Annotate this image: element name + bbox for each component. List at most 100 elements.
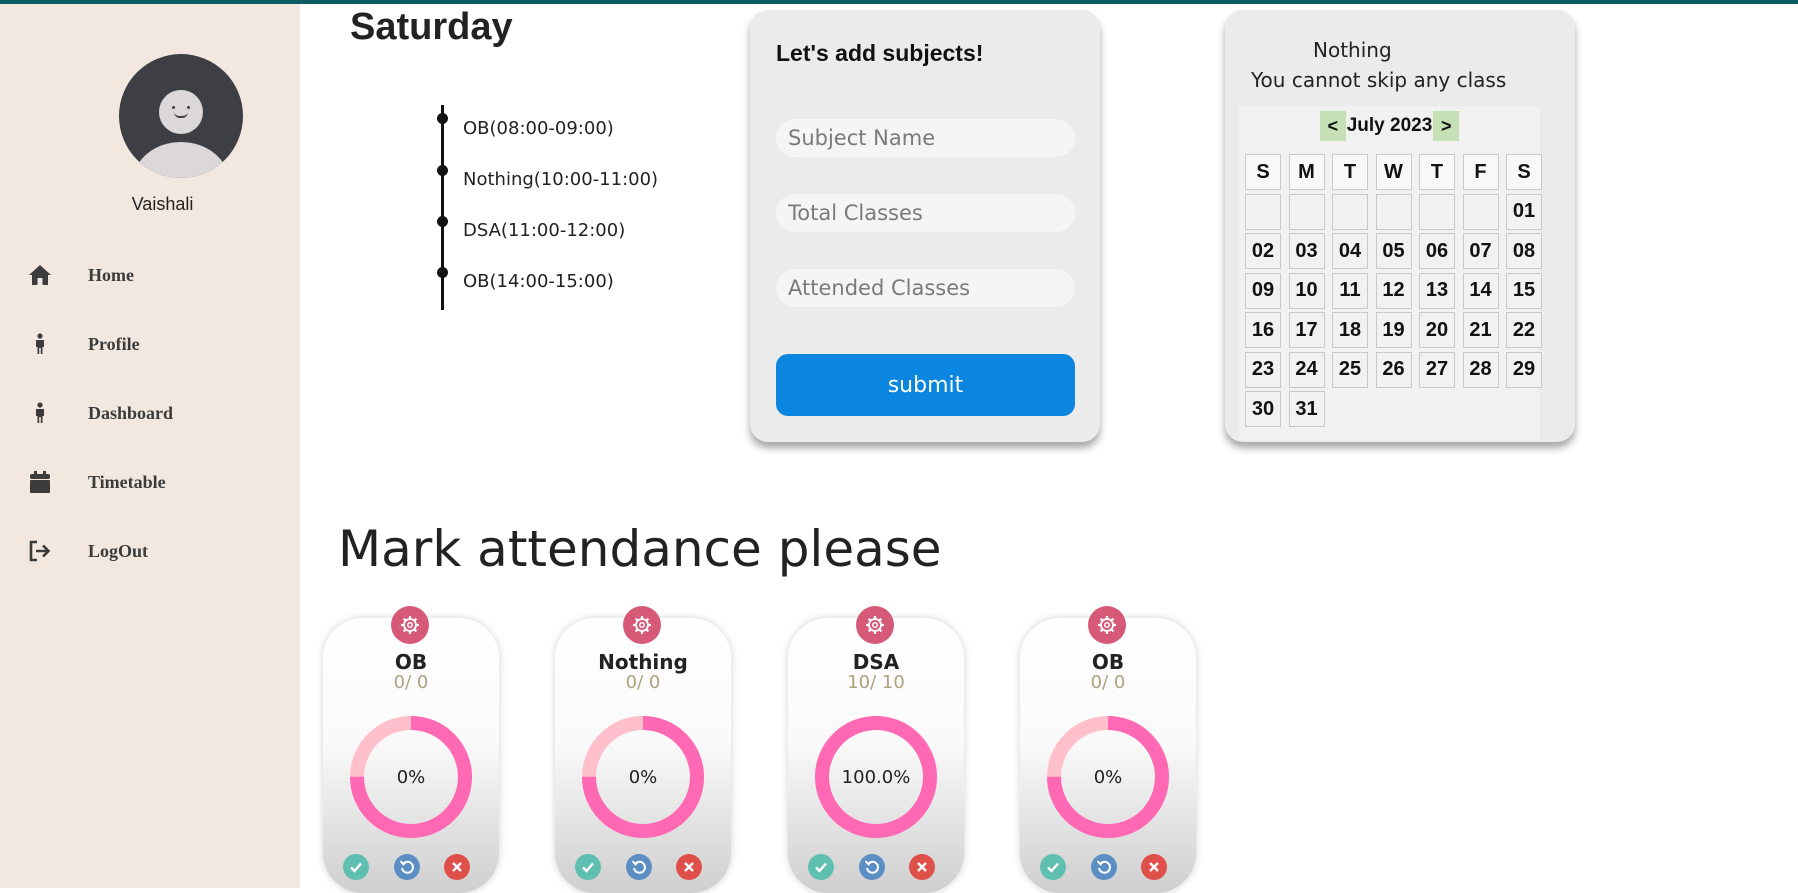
calendar-day[interactable]: 18 [1332,312,1368,348]
settings-gear-icon[interactable] [623,606,661,644]
undo-icon[interactable] [1091,854,1117,880]
calendar-day[interactable]: 04 [1332,233,1368,269]
calendar-day[interactable]: 20 [1419,312,1455,348]
calendar-day[interactable]: 07 [1462,233,1499,269]
settings-gear-icon[interactable] [391,606,429,644]
avatar [119,54,243,178]
calendar-day[interactable]: 08 [1506,233,1542,269]
calendar-widget: < July 2023 > S M T W T F S 01 02 03 04 05 06 07 08 09 1… [1239,106,1542,440]
calendar-empty-cell [1375,193,1412,230]
calendar-empty-cell [1245,193,1281,230]
attendance-percent: 0% [628,766,658,788]
mark-present-check-icon[interactable] [343,854,369,880]
calendar-day[interactable]: 31 [1288,391,1325,427]
attendance-card: OB 0/ 0 0% [323,606,499,893]
attendance-card: OB 0/ 0 0% [1020,606,1196,893]
calendar-day[interactable]: 06 [1419,233,1455,269]
calendar-day[interactable]: 01 [1506,193,1542,230]
calendar-empty-cell [1332,193,1368,230]
attendance-percent: 100.0% [841,766,911,788]
attendance-title: Mark attendance please [338,520,942,578]
calendar-icon [26,468,54,496]
calendar-day[interactable]: 23 [1245,351,1281,388]
calendar-day[interactable]: 24 [1288,351,1325,388]
next-month-button[interactable]: > [1433,111,1460,141]
avatar-head [159,90,203,134]
calendar-header: < July 2023 > [1239,110,1540,142]
mark-absent-x-icon[interactable] [676,854,702,880]
weekday-header: T [1332,154,1368,190]
calendar-day[interactable]: 10 [1288,272,1325,309]
calendar-card: Nothing You cannot skip any class < July… [1225,10,1575,442]
timeline-entry: OB(14:00-15:00) [463,271,614,292]
attended-classes-input[interactable] [776,269,1075,307]
username: Vaishali [131,194,194,214]
subject-name-input[interactable] [776,119,1075,157]
mark-absent-x-icon[interactable] [909,854,935,880]
calendar-day[interactable]: 27 [1419,351,1455,388]
submit-button[interactable]: submit [776,354,1075,416]
calendar-grid: S M T W T F S 01 02 03 04 05 06 07 08 09 10 11 12 13 14 15 16 1… [1245,154,1542,427]
calendar-empty-cell [1419,193,1455,230]
timeline-entry: DSA(11:00-12:00) [463,220,626,241]
calendar-day[interactable]: 21 [1462,312,1499,348]
sidebar-item-timetable[interactable]: Timetable [26,465,286,499]
avatar-body [133,142,229,178]
undo-icon[interactable] [859,854,885,880]
attendance-count: 0/ 0 [625,672,661,693]
calendar-day[interactable]: 11 [1332,272,1368,309]
calendar-day[interactable]: 16 [1245,312,1281,348]
sidebar-item-home[interactable]: Home [26,258,286,292]
attendance-percent: 0% [396,766,426,788]
calendar-subject: Nothing [1313,38,1392,62]
sidebar-item-label: Home [88,264,134,285]
sidebar-item-logout[interactable]: LogOut [26,534,286,568]
calendar-day[interactable]: 29 [1506,351,1542,388]
settings-gear-icon[interactable] [1088,606,1126,644]
calendar-month: July 2023 [1346,115,1433,136]
subject-name: OB [1091,650,1125,674]
mark-absent-x-icon[interactable] [444,854,470,880]
logout-icon [26,537,54,565]
timeline-dot [437,165,448,176]
undo-icon[interactable] [394,854,420,880]
calendar-day[interactable]: 02 [1245,233,1281,269]
calendar-day[interactable]: 13 [1419,272,1455,309]
calendar-day[interactable]: 14 [1462,272,1499,309]
settings-gear-icon[interactable] [856,606,894,644]
calendar-day[interactable]: 05 [1375,233,1412,269]
calendar-empty-cell [1288,193,1325,230]
mark-present-check-icon[interactable] [808,854,834,880]
calendar-day[interactable]: 19 [1375,312,1412,348]
weekday-header: M [1288,154,1325,190]
calendar-day[interactable]: 30 [1245,391,1281,427]
prev-month-button[interactable]: < [1319,111,1346,141]
calendar-empty-cell [1462,193,1499,230]
undo-icon[interactable] [626,854,652,880]
calendar-day[interactable]: 09 [1245,272,1281,309]
weekday-header: W [1375,154,1412,190]
calendar-day[interactable]: 03 [1288,233,1325,269]
calendar-day[interactable]: 15 [1506,272,1542,309]
subject-name: DSA [852,650,900,674]
calendar-day[interactable]: 25 [1332,351,1368,388]
sidebar-item-label: LogOut [88,540,149,561]
total-classes-input[interactable] [776,194,1075,232]
calendar-day[interactable]: 22 [1506,312,1542,348]
skip-message: You cannot skip any class [1251,68,1507,92]
attendance-count: 0/ 0 [1090,672,1126,693]
mark-present-check-icon[interactable] [575,854,601,880]
person-icon [26,330,54,358]
sidebar-item-profile[interactable]: Profile [26,327,286,361]
calendar-day[interactable]: 28 [1462,351,1499,388]
mark-absent-x-icon[interactable] [1141,854,1167,880]
subject-name: OB [394,650,428,674]
sidebar-item-dashboard[interactable]: Dashboard [26,396,286,430]
calendar-day[interactable]: 17 [1288,312,1325,348]
calendar-day[interactable]: 26 [1375,351,1412,388]
attendance-card: Nothing 0/ 0 0% [555,606,731,893]
day-title: Saturday [350,6,513,48]
calendar-day[interactable]: 12 [1375,272,1412,309]
sidebar: Vaishali Home Profile Dashboard Timetabl… [0,4,300,888]
mark-present-check-icon[interactable] [1040,854,1066,880]
